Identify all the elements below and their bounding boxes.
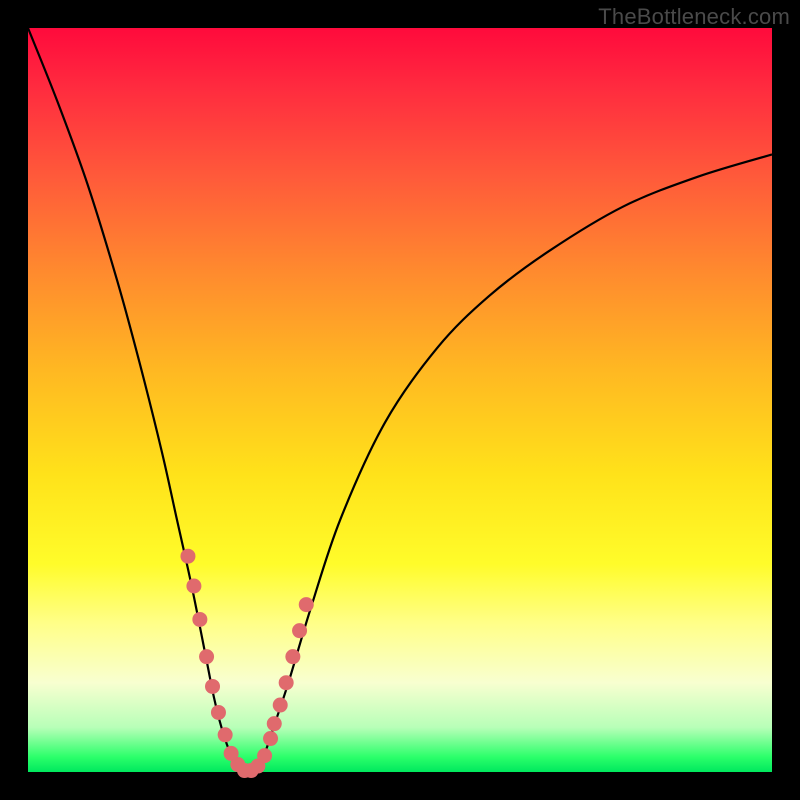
marker-dot — [199, 649, 214, 664]
marker-dot — [180, 549, 195, 564]
marker-dot — [218, 727, 233, 742]
marker-dot — [257, 748, 272, 763]
marker-dot — [192, 612, 207, 627]
marker-dot — [273, 698, 288, 713]
marker-dot — [263, 731, 278, 746]
bottleneck-curve — [28, 28, 772, 773]
marker-dot — [292, 623, 307, 638]
marker-dot — [211, 705, 226, 720]
chart-plot-area — [28, 28, 772, 772]
marker-group — [180, 549, 313, 778]
marker-dot — [279, 675, 294, 690]
marker-dot — [267, 716, 282, 731]
chart-svg — [28, 28, 772, 772]
watermark-text: TheBottleneck.com — [598, 4, 790, 30]
marker-dot — [205, 679, 220, 694]
marker-dot — [285, 649, 300, 664]
marker-dot — [299, 597, 314, 612]
marker-dot — [186, 579, 201, 594]
